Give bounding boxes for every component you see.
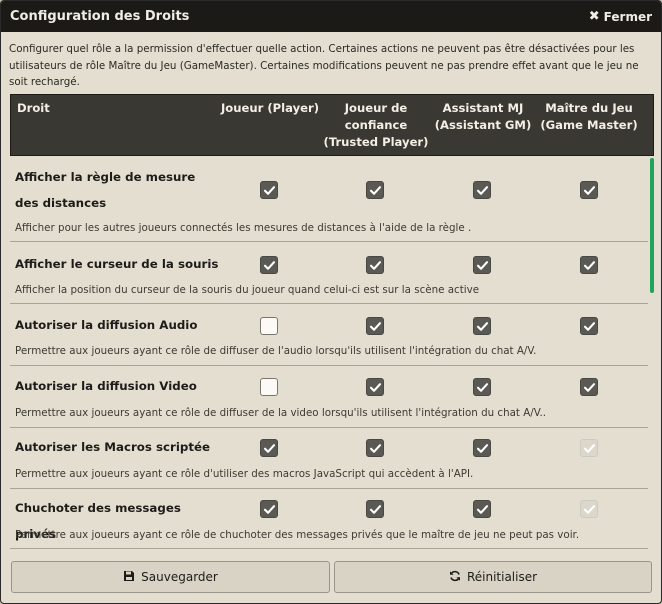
checkbox-game-master: [580, 500, 598, 518]
close-button[interactable]: ✖ Fermer: [589, 9, 652, 24]
check-icon: [369, 504, 381, 514]
check-icon: [583, 185, 595, 195]
permission-hint: Afficher la position du curseur de la so…: [15, 284, 480, 296]
checkbox-assistant-gm[interactable]: [473, 378, 491, 396]
permission-row: Chuchoter des messages privés Permettre …: [10, 490, 648, 549]
check-icon: [369, 321, 381, 331]
checkbox-trusted-player[interactable]: [366, 317, 384, 335]
check-icon: [476, 443, 488, 453]
header-game-master: Maître du Jeu (Game Master): [524, 100, 654, 134]
check-icon: [369, 443, 381, 453]
close-label: Fermer: [603, 9, 652, 24]
checkbox-player[interactable]: [260, 500, 278, 518]
checkbox-trusted-player[interactable]: [366, 378, 384, 396]
reset-label: Réinitialiser: [466, 570, 538, 584]
close-icon: ✖: [588, 9, 600, 24]
checkbox-assistant-gm[interactable]: [473, 181, 491, 199]
check-icon: [476, 260, 488, 270]
check-icon: [583, 260, 595, 270]
permission-label: Afficher le curseur de la souris: [15, 257, 219, 271]
checkbox-assistant-gm[interactable]: [473, 256, 491, 274]
checkbox-player[interactable]: [260, 378, 278, 396]
check-icon: [369, 260, 381, 270]
permission-label: Afficher la règle de mesure des distance…: [15, 170, 196, 210]
checkbox-player[interactable]: [260, 256, 278, 274]
check-icon: [583, 443, 595, 453]
check-icon: [263, 443, 275, 453]
permission-config-window: Configuration des Droits ✖ Fermer Config…: [0, 0, 662, 604]
check-icon: [263, 260, 275, 270]
permission-label: Autoriser la diffusion Video: [15, 379, 197, 393]
permission-hint: Permettre aux joueurs ayant ce rôle de d…: [15, 407, 546, 419]
permission-row: Autoriser la diffusion Video Permettre a…: [10, 367, 648, 428]
window-title: Configuration des Droits: [10, 9, 190, 24]
checkbox-player[interactable]: [260, 439, 278, 457]
permission-row: Afficher la règle de mesure des distance…: [10, 158, 648, 242]
check-icon: [476, 185, 488, 195]
checkbox-game-master[interactable]: [580, 317, 598, 335]
header-line: (Game Master): [540, 118, 638, 132]
check-icon: [476, 321, 488, 331]
reset-button[interactable]: Réinitialiser: [334, 561, 652, 593]
permission-row: Autoriser les Macros scriptée Permettre …: [10, 429, 648, 489]
checkbox-game-master[interactable]: [580, 181, 598, 199]
permission-row: Afficher le curseur de la souris Affiche…: [10, 243, 648, 304]
checkbox-player[interactable]: [260, 181, 278, 199]
permission-hint: Afficher pour les autres joueurs connect…: [15, 222, 472, 234]
check-icon: [369, 185, 381, 195]
check-icon: [583, 321, 595, 331]
check-icon: [263, 504, 275, 514]
save-button[interactable]: Sauvegarder: [11, 561, 330, 593]
checkbox-trusted-player[interactable]: [366, 500, 384, 518]
checkbox-game-master[interactable]: [580, 256, 598, 274]
checkbox-trusted-player[interactable]: [366, 181, 384, 199]
checkbox-assistant-gm[interactable]: [473, 317, 491, 335]
permission-label: Autoriser la diffusion Audio: [15, 318, 198, 332]
save-icon: [123, 570, 135, 585]
check-icon: [476, 504, 488, 514]
checkbox-assistant-gm[interactable]: [473, 439, 491, 457]
checkbox-game-master[interactable]: [580, 378, 598, 396]
check-icon: [583, 504, 595, 514]
save-label: Sauvegarder: [141, 570, 218, 584]
permission-hint: Permettre aux joueurs ayant ce rôle de d…: [15, 345, 537, 357]
check-icon: [583, 382, 595, 392]
permission-row: Autoriser la diffusion Audio Permettre a…: [10, 305, 648, 366]
window-titlebar[interactable]: Configuration des Droits ✖ Fermer: [1, 1, 661, 32]
scrollbar-thumb[interactable]: [650, 158, 654, 293]
check-icon: [369, 382, 381, 392]
checkbox-trusted-player[interactable]: [366, 256, 384, 274]
sync-icon: [449, 570, 461, 585]
checkbox-player[interactable]: [260, 317, 278, 335]
header-permission: Droit: [17, 101, 50, 115]
checkbox-game-master: [580, 439, 598, 457]
table-header: Droit Joueur (Player) Joueur de confianc…: [10, 94, 654, 156]
checkbox-assistant-gm[interactable]: [473, 500, 491, 518]
header-line: (Trusted Player): [323, 135, 429, 149]
permission-label: Autoriser les Macros scriptée: [15, 440, 210, 454]
intro-text: Configurer quel rôle a la permission d'e…: [9, 43, 639, 88]
check-icon: [476, 382, 488, 392]
check-icon: [263, 185, 275, 195]
permission-hint: Permettre aux joueurs ayant ce rôle d'ut…: [15, 468, 474, 480]
header-line: Maître du Jeu: [545, 101, 633, 115]
permission-hint: Permettre aux joueurs ayant ce rôle de c…: [15, 529, 580, 541]
permissions-list[interactable]: Afficher la règle de mesure des distance…: [10, 158, 654, 550]
checkbox-trusted-player[interactable]: [366, 439, 384, 457]
